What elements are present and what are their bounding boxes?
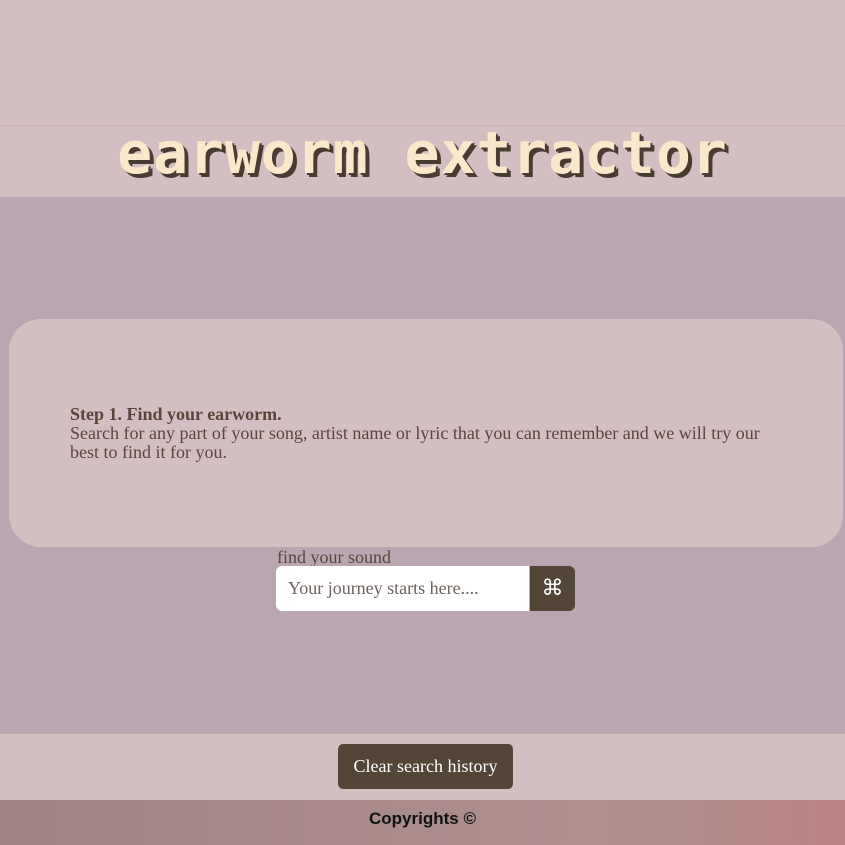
site-title: earworm extractor (117, 119, 728, 187)
search-label: find your sound (277, 547, 391, 567)
info-text: Step 1. Find your earworm. Search for an… (70, 405, 780, 462)
copyright-text: Copyrights © (369, 809, 476, 828)
clear-search-history-button[interactable]: Clear search history (338, 744, 513, 789)
step-heading: Step 1. Find your earworm. (70, 404, 282, 424)
search-input[interactable] (276, 566, 529, 611)
page: earworm extractor Step 1. Find your earw… (0, 0, 845, 845)
search-button[interactable]: ⌘ (530, 566, 575, 611)
command-icon: ⌘ (541, 576, 564, 601)
step-description: Search for any part of your song, artist… (70, 423, 760, 462)
